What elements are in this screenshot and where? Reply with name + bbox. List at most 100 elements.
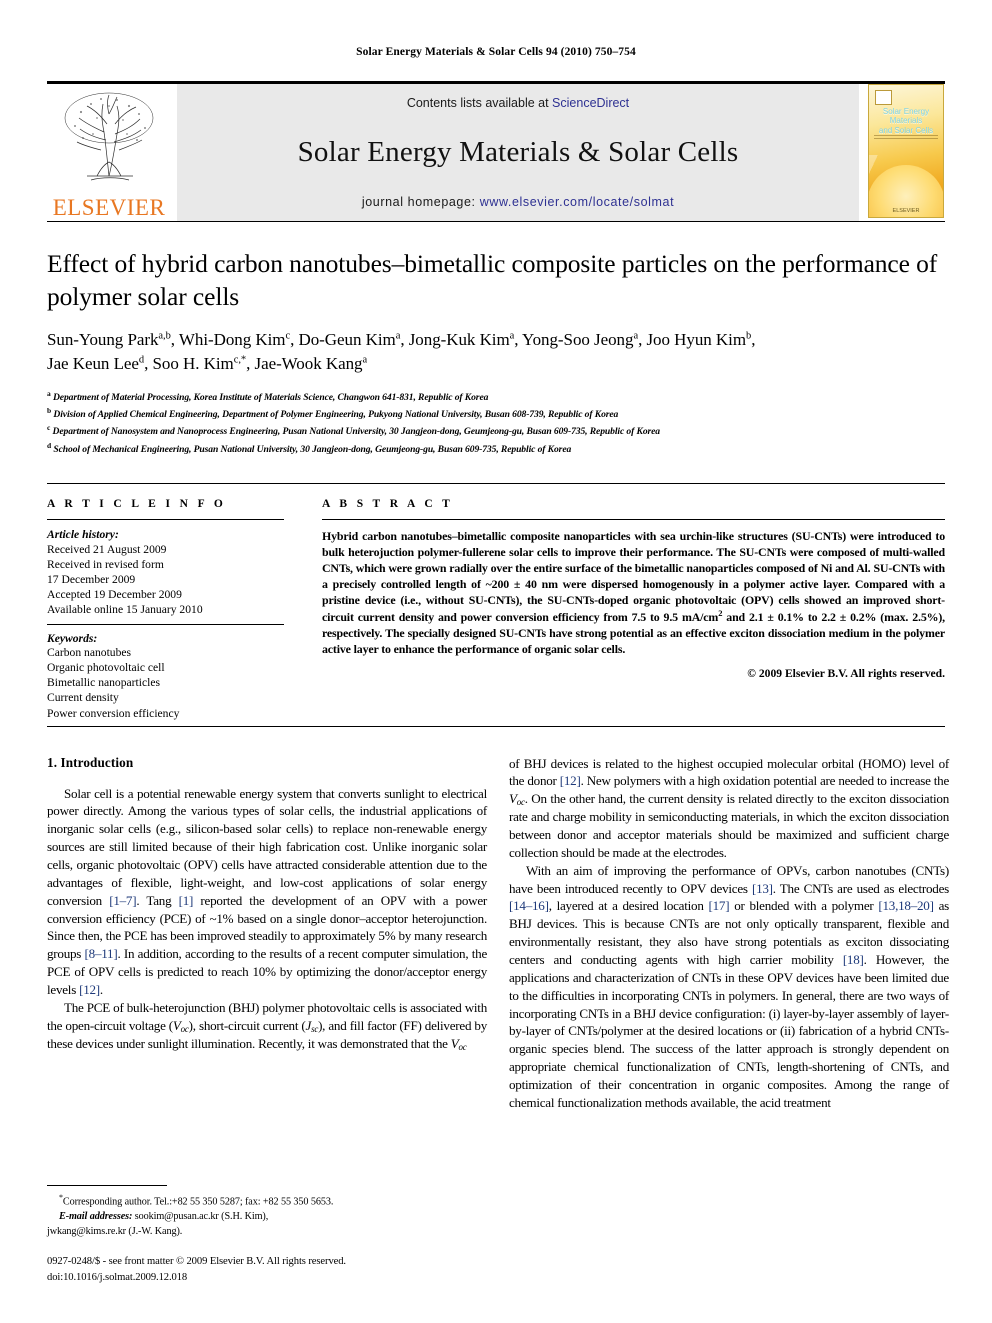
cover-image: Solar Energy Materials and Solar Cells E… [868,84,944,218]
voc-subscript-3: oc [516,797,525,808]
citation-1[interactable]: [1] [179,893,194,908]
article-history-label: Article history: [47,527,119,541]
voc-letter-2: V [450,1035,459,1051]
masthead-bottom-rule [47,221,945,222]
journal-banner: Contents lists available at ScienceDirec… [177,84,859,221]
citation-17[interactable]: [17] [709,898,730,913]
paper-title: Effect of hybrid carbon nanotubes–bimeta… [47,249,938,311]
right-paragraph-1: of BHJ devices is related to the highest… [509,755,949,862]
voc-symbol: Voc [172,1017,189,1034]
history-revised-date: 17 December 2009 [47,573,136,587]
introduction-heading: 1. Introduction [47,754,134,770]
voc-symbol-3: Voc [509,791,525,808]
contents-available-line: Contents lists available at ScienceDirec… [407,96,629,110]
right-p2-d: or blended with a polymer [729,898,879,914]
intro-paragraph-1: Solar cell is a potential renewable ener… [47,785,487,999]
email-note-line2[interactable]: jwkang@kims.re.kr (J.-W. Kang). [47,1225,487,1239]
abstract-text: Hybrid carbon nanotubes–bimetallic compo… [322,528,945,657]
affiliation-d-text: School of Mechanical Engineering, Pusan … [53,443,572,455]
author-line-2: Jae Keun Leed, Soo H. Kimc,*, Jae-Wook K… [47,354,368,374]
citation-1-7[interactable]: [1–7] [109,893,136,908]
email-note-line1: E-mail addresses: sookim@pusan.ac.kr (S.… [47,1210,487,1224]
article-info-column: A R T I C L E I N F O Article history: R… [47,484,302,721]
homepage-label: journal homepage: [361,195,480,209]
elsevier-logo: ELSEVIER [47,84,171,221]
left-column: 1. Introduction Solar cell is a potentia… [47,755,487,1112]
citation-12-right[interactable]: [12] [560,773,581,788]
voc-subscript: oc [180,1023,189,1034]
info-abstract-section: A R T I C L E I N F O Article history: R… [47,482,945,721]
journal-title: Solar Energy Materials & Solar Cells [297,136,739,168]
homepage-url-link[interactable]: www.elsevier.com/locate/solmat [480,195,674,209]
right-paragraph-2: With an aim of improving the performance… [509,862,949,1112]
affiliation-list: a Department of Material Processing, Kor… [47,388,945,457]
affiliation-a: a Department of Material Processing, Kor… [47,388,489,403]
cover-title: Solar Energy Materials and Solar Cells [869,107,943,135]
corresponding-author-note: *Corresponding author. Tel.:+82 55 350 5… [47,1192,487,1210]
jsc-subscript: sc [311,1023,319,1034]
keyword-item: Power conversion efficiency [47,706,180,720]
journal-homepage-line: journal homepage: www.elsevier.com/locat… [362,195,674,209]
cover-footer: ELSEVIER [892,208,920,214]
footnote-rule [47,1185,167,1187]
right-p2-f: . However, the applications and characte… [509,952,949,1110]
affiliation-d: d School of Mechanical Engineering, Pusa… [47,440,572,455]
affiliation-a-text: Department of Material Processing, Korea… [52,391,489,403]
affiliation-b-text: Division of Applied Chemical Engineering… [53,409,619,421]
history-accepted: Accepted 19 December 2009 [47,588,182,602]
voc-symbol-2: Voc [450,1035,467,1052]
paper-page: Solar Energy Materials & Solar Cells 94 … [0,0,992,1323]
history-received: Received 21 August 2009 [47,542,167,556]
footnote-area: *Corresponding author. Tel.:+82 55 350 5… [47,1185,487,1285]
article-info-heading: A R T I C L E I N F O [47,497,227,510]
intro-paragraph-2: The PCE of bulk-heterojunction (BHJ) pol… [47,999,487,1053]
author-list: Sun-Young Parka,b, Whi-Dong Kimc, Do-Geu… [47,328,945,376]
abstract-heading: A B S T R A C T [322,497,454,510]
email-primary[interactable]: sookim@pusan.ac.kr (S.H. Kim), [132,1211,269,1222]
right-p1-c: . On the other hand, the current density… [509,791,949,860]
abstract-body: Hybrid carbon nanotubes–bimetallic compo… [322,520,945,657]
citation-18[interactable]: [18] [843,952,864,967]
elsevier-tree-icon [64,92,154,181]
abstract-copyright: © 2009 Elsevier B.V. All rights reserved… [747,666,945,680]
journal-cover-thumbnail: Solar Energy Materials and Solar Cells E… [867,84,945,221]
contents-prefix: Contents lists available at [406,96,553,110]
citation-12[interactable]: [12] [79,982,100,997]
body-columns: 1. Introduction Solar cell is a potentia… [47,755,949,1112]
cover-title-line1: Solar Energy Materials [882,107,930,126]
right-p2-c: , layered at a desired location [548,898,709,914]
issn-line: 0927-0248/$ - see front matter © 2009 El… [47,1256,346,1268]
citation-14-16[interactable]: [14–16] [509,898,549,913]
jsc-symbol: Jsc [306,1018,319,1034]
title-block: Effect of hybrid carbon nanotubes–bimeta… [47,248,945,457]
imprint-block: 0927-0248/$ - see front matter © 2009 El… [47,1254,487,1285]
keyword-item: Current density [47,691,119,705]
right-p2-b: . The CNTs are used as electrodes [772,880,949,896]
cover-subtitle-lines [874,135,938,139]
keyword-item: Bimetallic nanoparticles [47,676,160,690]
citation-13[interactable]: [13] [752,881,773,896]
keyword-item: Organic photovoltaic cell [47,661,165,675]
intro-p1-a: Solar cell is a potential renewable ener… [47,785,487,908]
right-p1-b: . New polymers with a high oxidation pot… [580,773,950,789]
sciencedirect-link[interactable]: ScienceDirect [552,96,629,110]
affiliation-c-text: Department of Nanosystem and Nanoprocess… [52,426,661,438]
affiliation-b: b Division of Applied Chemical Engineeri… [47,405,619,421]
cover-title-line2: and Solar Cells [878,125,934,135]
citation-13-18-20[interactable]: [13,18–20] [878,898,934,913]
citation-8-11[interactable]: [8–11] [85,946,118,961]
info-abstract-bottom-rule [47,725,945,727]
voc-letter-3: V [509,791,517,807]
author-line-1: Sun-Young Parka,b, Whi-Dong Kimc, Do-Geu… [47,330,756,350]
elsevier-wordmark: ELSEVIER [52,195,166,220]
keyword-item: Carbon nanotubes [47,646,132,660]
corresponding-author-text: Corresponding author. Tel.:+82 55 350 52… [62,1196,334,1208]
doi-line: doi:10.1016/j.solmat.2009.12.018 [47,1271,188,1283]
journal-masthead: ELSEVIER Contents lists available at Sci… [47,81,945,221]
running-head: Solar Energy Materials & Solar Cells 94 … [356,46,636,58]
affiliation-c: c Department of Nanosystem and Nanoproce… [47,423,661,438]
cover-elsevier-mark-icon [875,90,892,105]
right-column: of BHJ devices is related to the highest… [509,755,949,1112]
voc-subscript-2: oc [458,1041,467,1052]
voc-letter: V [172,1017,181,1033]
